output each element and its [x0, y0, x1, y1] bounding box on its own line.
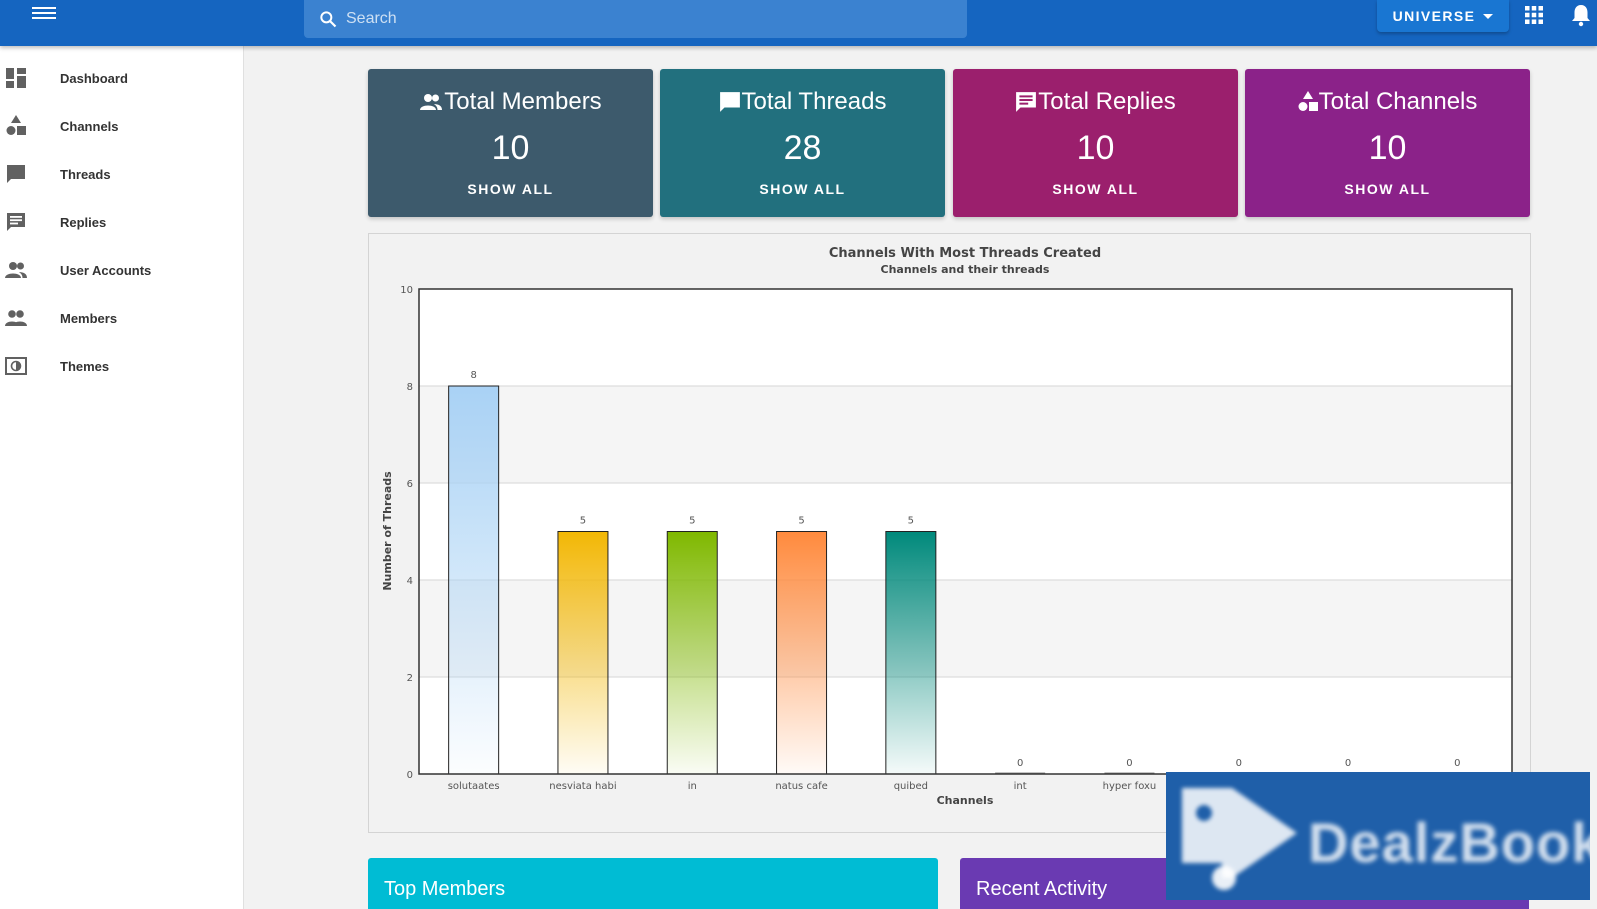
x-tick-label: in [688, 781, 697, 792]
brightness-icon [4, 354, 28, 378]
watermark-text: DealzBook [1308, 811, 1590, 874]
category-icon [4, 114, 28, 138]
stat-title: Total Replies [1038, 88, 1176, 115]
x-tick-label: hyper foxu [1103, 781, 1157, 792]
bar-value-label: 0 [1236, 758, 1242, 769]
dashboard-icon [4, 66, 28, 90]
y-tick-label: 6 [407, 479, 413, 490]
sidebar-item-user-accounts[interactable]: User Accounts [0, 246, 243, 294]
bar[interactable] [448, 385, 500, 775]
chart-title: Channels With Most Threads Created [829, 246, 1101, 261]
message-icon [1016, 92, 1037, 112]
stat-title: Total Threads [741, 88, 887, 115]
group-icon [4, 306, 28, 330]
bar[interactable] [557, 531, 609, 775]
sidebar-item-label: User Accounts [60, 262, 152, 278]
sidebar-item-label: Members [60, 310, 118, 326]
sidebar-item-dashboard[interactable]: Dashboard [0, 54, 243, 102]
x-axis-title: Channels [937, 794, 994, 807]
x-tick-label: natus cafe [775, 781, 827, 792]
people-icon [4, 258, 28, 282]
chat-bubble-icon [4, 162, 28, 186]
stat-title: Total Members [444, 88, 602, 115]
y-axis-title: Number of Threads [381, 471, 394, 591]
y-tick-label: 4 [407, 576, 413, 587]
sidebar-item-themes[interactable]: Themes [0, 342, 243, 390]
bar[interactable] [885, 531, 937, 775]
caret-down-icon [1483, 13, 1494, 19]
y-tick-label: 0 [407, 770, 413, 781]
stat-card-total-members: Total Members 10 SHOW ALL [368, 69, 653, 217]
bar-value-label: 0 [1126, 758, 1132, 769]
chart-subtitle: Channels and their threads [881, 263, 1050, 276]
show-all-replies-button[interactable]: SHOW ALL [1044, 177, 1146, 201]
sidebar-item-members[interactable]: Members [0, 294, 243, 342]
stat-title: Total Channels [1318, 88, 1478, 115]
bar-value-label: 5 [908, 516, 914, 527]
bar-value-label: 0 [1017, 758, 1023, 769]
bar-value-label: 5 [580, 516, 586, 527]
sidebar-item-label: Themes [60, 358, 110, 374]
bar-value-label: 0 [1345, 758, 1351, 769]
bar-value-label: 0 [1454, 758, 1460, 769]
sidebar-item-replies[interactable]: Replies [0, 198, 243, 246]
stat-card-total-channels: Total Channels 10 SHOW ALL [1245, 69, 1530, 217]
grid-band [419, 289, 1512, 386]
sidebar-item-label: Dashboard [60, 70, 128, 86]
threads-chart-panel: Channels With Most Threads Created Chann… [368, 233, 1531, 833]
card-title: Recent Activity [976, 878, 1108, 900]
stat-value: 10 [1368, 129, 1407, 167]
y-tick-label: 2 [407, 673, 413, 684]
search-input[interactable] [346, 10, 926, 28]
universe-dropdown[interactable]: UNIVERSE [1377, 0, 1509, 32]
universe-label: UNIVERSE [1392, 8, 1476, 24]
top-app-bar: UNIVERSE [0, 0, 1597, 46]
card-title: Top Members [384, 878, 506, 900]
x-tick-label: nesviata habi [549, 781, 616, 792]
y-tick-label: 8 [407, 382, 413, 393]
stat-card-total-replies: Total Replies 10 SHOW ALL [953, 69, 1238, 217]
bar-value-label: 5 [689, 516, 695, 527]
message-icon [4, 210, 28, 234]
y-tick-label: 10 [400, 285, 413, 296]
chat-bubble-icon [719, 92, 740, 112]
category-icon [1298, 91, 1318, 111]
x-tick-label: quibed [894, 781, 928, 792]
x-tick-label: solutaates [448, 781, 500, 792]
search-icon [320, 11, 337, 28]
stat-value: 10 [1076, 129, 1115, 167]
notification-bell-icon[interactable] [1570, 3, 1592, 27]
apps-grid-icon[interactable] [1524, 5, 1544, 25]
show-all-members-button[interactable]: SHOW ALL [459, 177, 561, 201]
watermark-logo-icon [1182, 788, 1297, 890]
search-bar[interactable] [304, 0, 967, 38]
bar-value-label: 8 [470, 370, 476, 381]
bar[interactable] [666, 531, 718, 775]
bar-value-label: 5 [798, 516, 804, 527]
stat-value: 28 [783, 129, 822, 167]
threads-bar-chart: Channels With Most Threads Created Chann… [381, 246, 1513, 807]
grid-band [419, 386, 1512, 483]
people-icon [420, 94, 443, 110]
sidebar-item-threads[interactable]: Threads [0, 150, 243, 198]
stat-value: 10 [491, 129, 530, 167]
top-members-card: Top Members [368, 858, 938, 909]
bar[interactable] [776, 531, 828, 775]
sidebar-item-channels[interactable]: Channels [0, 102, 243, 150]
sidebar: Dashboard Channels Threads Replies User … [0, 46, 244, 909]
sidebar-item-label: Channels [60, 118, 119, 134]
show-all-threads-button[interactable]: SHOW ALL [751, 177, 853, 201]
show-all-channels-button[interactable]: SHOW ALL [1336, 177, 1438, 201]
dealzbook-watermark: DealzBook [1166, 772, 1590, 900]
sidebar-item-label: Threads [60, 166, 111, 182]
x-tick-label: int [1014, 781, 1027, 792]
menu-icon[interactable] [32, 4, 56, 24]
sidebar-item-label: Replies [60, 214, 107, 230]
stat-card-total-threads: Total Threads 28 SHOW ALL [660, 69, 945, 217]
